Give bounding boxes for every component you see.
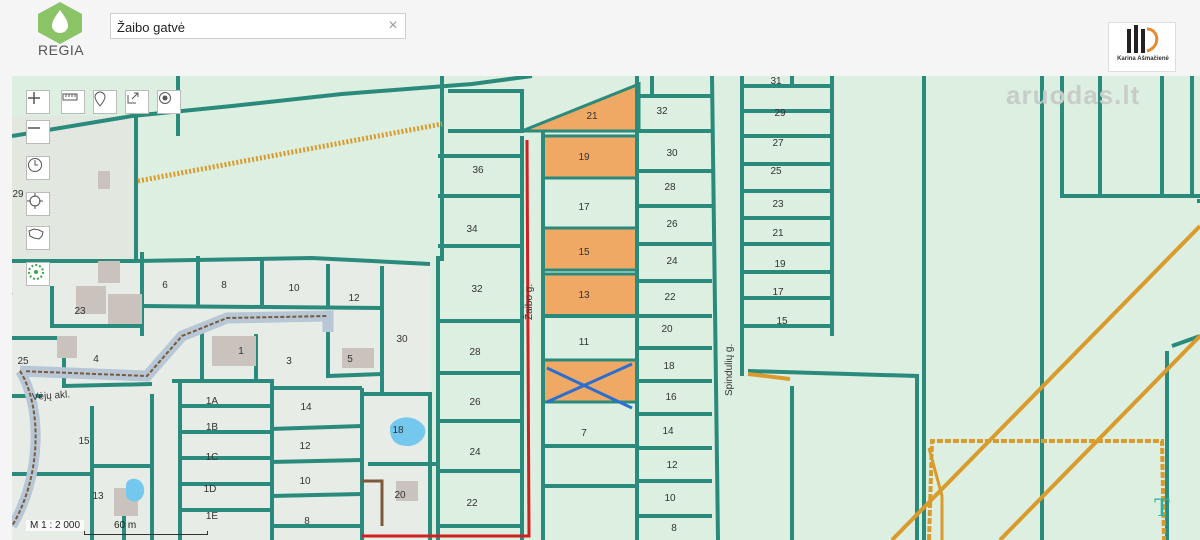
plot-label: 22: [664, 292, 676, 303]
plot-label: 15: [78, 436, 90, 447]
history-button[interactable]: [26, 156, 50, 180]
plot-label: 21: [586, 111, 598, 122]
plot-label: 25: [17, 356, 29, 367]
share-button[interactable]: [125, 90, 149, 114]
target-icon: [159, 92, 171, 104]
plot-label: 3: [286, 356, 292, 367]
clock-icon: [28, 158, 42, 172]
ruler-button[interactable]: [61, 90, 85, 114]
plot-label: 20: [394, 490, 406, 501]
plot-label: 34: [466, 224, 478, 235]
plot-label: 16: [665, 392, 677, 403]
plot-label: 31: [770, 76, 782, 87]
zoom-out-button[interactable]: [26, 120, 50, 144]
plot-label: 12: [348, 293, 360, 304]
plot-label: 17: [578, 202, 590, 213]
plot-label: 13: [578, 290, 590, 301]
plot-label: 20: [661, 324, 673, 335]
watermark: aruodas.lt: [1006, 80, 1141, 110]
share-icon: [127, 92, 139, 104]
country-view-button[interactable]: [26, 226, 50, 250]
brand-logo: Karina Ašmačienė: [1108, 22, 1176, 72]
locate-icon: [27, 193, 43, 209]
plot-label: 18: [392, 425, 404, 436]
street-label-zaibo: Žaibo g.: [522, 284, 535, 320]
plot-label: 18: [663, 361, 675, 372]
scale-ratio: M 1 : 2 000: [26, 520, 85, 531]
zoom-in-button[interactable]: [26, 90, 50, 114]
plot-label: 29: [774, 108, 786, 119]
plot-label: 14: [662, 426, 674, 437]
plot-label: 13: [92, 491, 104, 502]
pin-icon: [94, 91, 106, 107]
scale-length: 60 m: [114, 520, 137, 531]
search-input[interactable]: [117, 18, 377, 36]
app-header: REGIA × Karina Ašmačienė: [0, 0, 1200, 76]
plot-label: 15: [776, 316, 788, 327]
plot-label: 21: [772, 228, 784, 239]
plot-label: 30: [396, 334, 408, 345]
plot-label: 10: [299, 476, 311, 487]
plot-label: 14: [300, 402, 312, 413]
plot-label: 5: [347, 354, 353, 365]
plot-label: 6: [162, 280, 168, 291]
plot-label: 29: [12, 189, 24, 200]
ruler-icon: [62, 93, 78, 101]
plot-label: 10: [288, 283, 300, 294]
plot-label: 10: [664, 493, 676, 504]
plot-label: 12: [666, 460, 678, 471]
clear-search-button[interactable]: ×: [385, 17, 401, 35]
svg-text:T: T: [1154, 493, 1170, 520]
plot-label: 24: [666, 256, 678, 267]
search-box: ×: [110, 13, 406, 39]
plot-label: 24: [469, 447, 481, 458]
street-label-spinduliu: Spindulių g.: [724, 344, 735, 396]
plot-label: 1: [238, 346, 244, 357]
plot-label: 32: [656, 106, 668, 117]
zoom-in-icon: [28, 92, 40, 104]
layers-button[interactable]: [26, 262, 50, 286]
plot-label: 1D: [204, 484, 217, 495]
plot-label: 28: [469, 347, 481, 358]
plot-label: 15: [578, 247, 590, 258]
plot-label: 11: [579, 337, 590, 348]
plot-label: 23: [74, 306, 86, 317]
plot-label: 28: [664, 182, 676, 193]
plot-label: 4: [93, 354, 99, 365]
plot-label: 1C: [206, 452, 219, 463]
plot-label: 26: [666, 219, 678, 230]
target-button[interactable]: [157, 90, 181, 114]
scale-bar: [84, 531, 208, 535]
plot-label: 36: [472, 165, 484, 176]
layers-icon: [28, 264, 44, 280]
plot-label: 12: [299, 441, 311, 452]
plot-label: 23: [772, 199, 784, 210]
plot-label: 1A: [206, 396, 219, 407]
lithuania-map-icon: [28, 228, 44, 240]
brand-name: Karina Ašmačienė: [1117, 56, 1169, 62]
plot-label: 19: [774, 259, 786, 270]
plot-label: 27: [772, 138, 784, 149]
plot-label: 19: [578, 152, 590, 163]
plot-label: 32: [471, 284, 483, 295]
plot-label: 8: [221, 280, 227, 291]
locate-button[interactable]: [26, 192, 50, 216]
plot-label: 1E: [206, 511, 219, 522]
terrain-toggle-icon[interactable]: T: [1152, 492, 1180, 520]
plot-label: 30: [666, 148, 678, 159]
plot-label: 26: [469, 397, 481, 408]
zoom-out-icon: [28, 127, 40, 129]
plot-label: 1B: [206, 422, 219, 433]
plot-label: 7: [581, 428, 587, 439]
plot-label: 8: [671, 523, 677, 534]
plot-label: 8: [304, 516, 310, 527]
plot-label: 22: [466, 498, 478, 509]
pin-button[interactable]: [93, 90, 117, 114]
plot-label: 17: [772, 287, 784, 298]
logo-text: REGIA: [38, 42, 85, 58]
map-viewport[interactable]: 36 34 32 28 26 24 22 21 19 17 15 13 11 7…: [12, 76, 1200, 540]
plot-label: 25: [770, 166, 782, 177]
